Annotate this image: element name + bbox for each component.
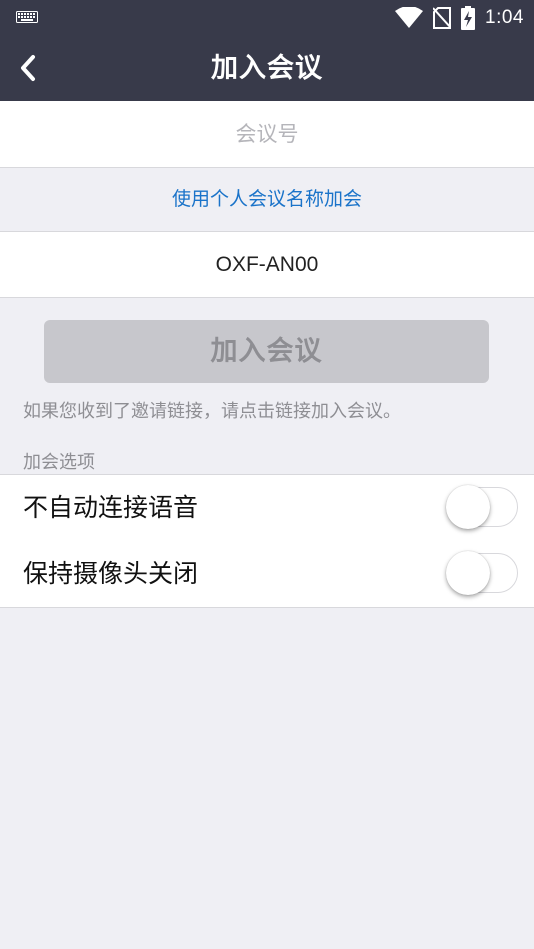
wifi-icon [395,7,424,28]
option-row-camera-off: 保持摄像头关闭 [0,541,534,608]
battery-charging-icon [461,6,476,30]
option-label: 保持摄像头关闭 [23,559,199,588]
meeting-id-row [0,101,534,168]
option-row-no-audio: 不自动连接语音 [0,474,534,542]
nav-bar: 加入会议 [0,36,534,101]
no-sim-icon [433,7,452,29]
display-name-row [0,231,534,298]
status-time: 1:04 [485,7,524,28]
status-bar: 1:04 [0,0,534,36]
join-meeting-button[interactable]: 加入会议 [44,320,489,383]
display-name-input[interactable] [0,232,534,297]
invite-hint-text: 如果您收到了邀请链接，请点击链接加入会议。 [23,401,401,422]
page-title: 加入会议 [211,53,323,84]
keyboard-icon [16,11,38,23]
toggle-knob [446,485,490,529]
meeting-id-input[interactable] [0,101,534,167]
toggle-knob [446,551,490,595]
camera-off-toggle[interactable] [446,551,518,595]
option-label: 不自动连接语音 [23,493,199,522]
join-options-label: 加会选项 [23,452,95,473]
no-audio-toggle[interactable] [446,485,518,529]
personal-meeting-link[interactable]: 使用个人会议名称加会 [0,168,534,230]
